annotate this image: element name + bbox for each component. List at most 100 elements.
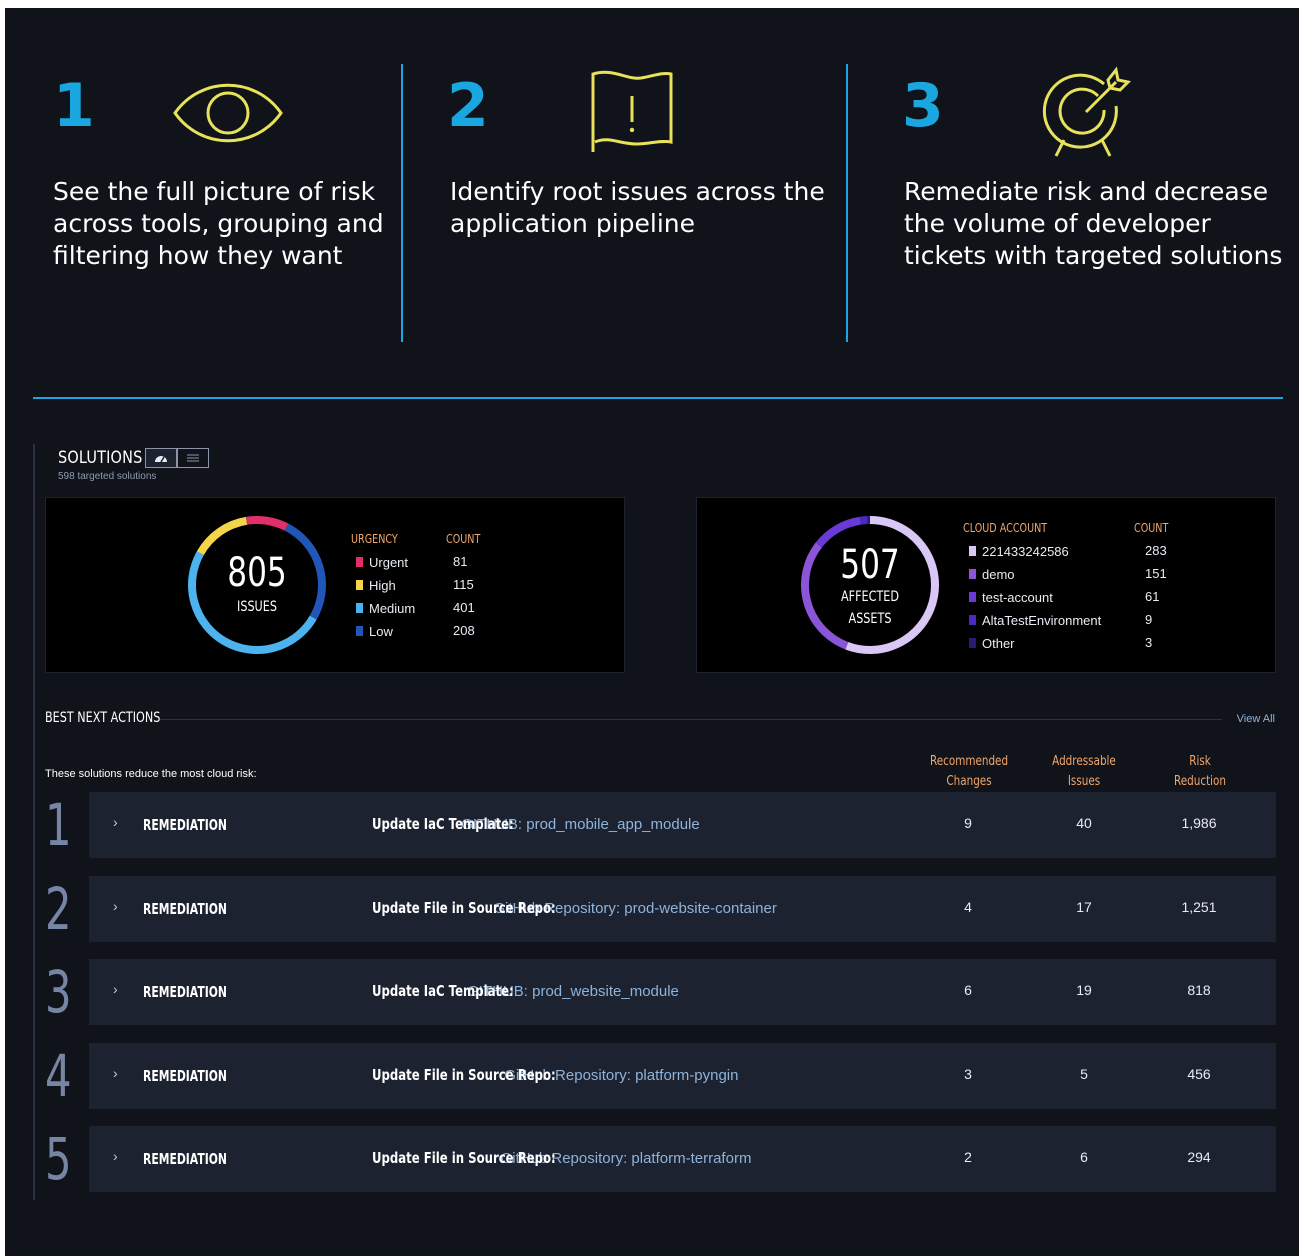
legend-item[interactable]: Urgent — [356, 552, 408, 572]
issues-total-label: ISSUES — [237, 599, 277, 615]
column-header-line: Reduction — [1174, 774, 1226, 789]
legend-item[interactable]: demo — [969, 564, 1015, 584]
chevron-right-icon[interactable]: › — [113, 1065, 118, 1081]
legend-header: URGENCY — [351, 532, 398, 546]
divider — [846, 64, 848, 342]
assets-card: 507 AFFECTED ASSETS CLOUD ACCOUNT COUNT … — [696, 497, 1276, 673]
alert-flag-icon — [591, 70, 673, 152]
addressable-issues: 19 — [1076, 982, 1092, 998]
action-verb: Update File in Source Repo: — [372, 1149, 556, 1167]
solution-type: REMEDIATION — [143, 983, 227, 1001]
recommended-changes: 2 — [964, 1149, 972, 1165]
table-row[interactable]: › REMEDIATION Update IaC Template: GITHUB:… — [89, 959, 1276, 1025]
column-header-line: Recommended — [929, 754, 1009, 769]
rank-number: 1 — [45, 791, 72, 859]
step-text-line: Remediate risk and decrease — [904, 177, 1269, 206]
solution-action[interactable]: Update IaC Template: GITHUB: prod_mobile… — [372, 815, 792, 833]
target-arrow-icon — [1042, 66, 1132, 157]
legend-item[interactable]: AltaTestEnvironment — [969, 610, 1101, 630]
legend-item[interactable]: 221433242586 — [969, 541, 1069, 561]
solution-action[interactable]: Update File in Source Repo: GitHub Repos… — [372, 1066, 842, 1084]
action-verb: Update File in Source Repo: — [372, 1065, 556, 1084]
addressable-issues: 17 — [1076, 898, 1092, 915]
view-toggle — [145, 448, 209, 468]
legend-label: AltaTestEnvironment — [982, 612, 1102, 628]
view-all-link[interactable]: View All — [1237, 713, 1275, 725]
legend-item[interactable]: test-account — [969, 587, 1053, 607]
donut-slice[interactable] — [196, 516, 248, 556]
page: 1 See the full picture of risk across to… — [5, 8, 1299, 1256]
legend-item[interactable]: High — [356, 575, 396, 595]
column-header-changes[interactable]: Recommended Changes — [929, 752, 1009, 792]
list-icon[interactable] — [177, 448, 209, 468]
column-header-line: Addressable — [1052, 754, 1116, 769]
table-row[interactable]: › REMEDIATION Update IaC Template: GITHUB:… — [89, 792, 1276, 858]
chevron-right-icon[interactable]: › — [113, 1148, 118, 1164]
solution-action[interactable]: Update File in Source Repo: GitHub Repos… — [372, 899, 891, 917]
recommended-changes: 4 — [964, 898, 972, 915]
legend-item[interactable]: Low — [356, 621, 393, 641]
dashboard-icon[interactable] — [145, 448, 177, 468]
legend-swatch — [969, 615, 976, 625]
legend-count: 61 — [1145, 589, 1160, 604]
risk-reduction: 1,251 — [1181, 898, 1217, 915]
assets-label-line: AFFECTED — [841, 589, 899, 605]
action-verb: Update IaC Template: — [372, 982, 514, 1000]
step-description: See the full picture of risk across tool… — [53, 176, 384, 272]
table-row[interactable]: › REMEDIATION Update File in Source Repo: … — [89, 1042, 1276, 1109]
solution-type: REMEDIATION — [143, 816, 227, 834]
legend-swatch — [969, 638, 976, 648]
legend-swatch — [356, 603, 363, 613]
recommended-changes: 3 — [964, 1065, 972, 1082]
risk-reduction: 818 — [1187, 982, 1211, 998]
step-2: 2 Identify root issues across the applic… — [405, 8, 845, 348]
legend-item[interactable]: Other — [969, 633, 1015, 653]
issues-total: 805 — [227, 550, 287, 596]
addressable-issues: 40 — [1076, 815, 1092, 831]
solution-action[interactable]: Update File in Source Repo: GitHub Repos… — [372, 1149, 858, 1167]
legend-header: CLOUD ACCOUNT — [963, 521, 1048, 535]
count-header: COUNT — [1134, 521, 1169, 535]
solution-action[interactable]: Update IaC Template: GITHUB: prod_websit… — [372, 982, 765, 1000]
step-description: Remediate risk and decrease the volume o… — [904, 176, 1282, 272]
legend-label: Medium — [369, 600, 416, 616]
donut-slice[interactable] — [245, 516, 289, 531]
issues-card: 805 ISSUES URGENCY COUNT Urgent 81 High 115… — [45, 497, 625, 673]
legend-label: Urgent — [369, 554, 409, 570]
donut-slice[interactable] — [859, 516, 868, 525]
legend-count: 3 — [1145, 635, 1153, 650]
solution-type: REMEDIATION — [143, 1066, 227, 1085]
step-text-line: Identify root issues across the — [450, 177, 825, 206]
legend-count: 151 — [1145, 566, 1167, 581]
step-number: 1 — [53, 71, 95, 141]
chevron-right-icon[interactable]: › — [113, 814, 118, 830]
legend-count: 283 — [1145, 543, 1167, 558]
column-header-line: Issues — [1067, 774, 1101, 789]
table-row[interactable]: › REMEDIATION Update File in Source Repo: … — [89, 1126, 1276, 1192]
legend-item[interactable]: Medium — [356, 598, 415, 618]
column-header-issues[interactable]: Addressable Issues — [1044, 752, 1124, 792]
legend-label: test-account — [982, 589, 1053, 605]
rank-number: 5 — [45, 1125, 72, 1193]
eye-icon — [173, 83, 283, 143]
column-header-line: Risk — [1189, 754, 1211, 769]
assets-total-label: AFFECTED ASSETS — [830, 586, 910, 630]
solution-type: REMEDIATION — [143, 1150, 227, 1168]
rank-number: 4 — [45, 1041, 72, 1110]
step-text-line: tickets with targeted solutions — [904, 241, 1283, 270]
addressable-issues: 6 — [1080, 1149, 1088, 1165]
risk-reduction: 294 — [1187, 1149, 1211, 1165]
chevron-right-icon[interactable]: › — [113, 981, 118, 997]
chevron-right-icon[interactable]: › — [113, 898, 118, 914]
step-description: Identify root issues across the applicat… — [450, 176, 825, 240]
panel-border — [33, 444, 35, 1200]
risk-reduction: 456 — [1187, 1065, 1211, 1082]
step-text-line: See the full picture of risk — [53, 177, 376, 206]
column-header-risk-reduction[interactable]: Risk Reduction — [1160, 752, 1240, 792]
legend-label: 221433242586 — [982, 543, 1069, 559]
recommended-changes: 6 — [964, 982, 972, 998]
legend-swatch — [969, 569, 976, 579]
action-verb: Update IaC Template: — [372, 815, 514, 833]
table-row[interactable]: › REMEDIATION Update File in Source Repo: … — [89, 875, 1276, 942]
risk-reduction: 1,986 — [1181, 815, 1217, 831]
